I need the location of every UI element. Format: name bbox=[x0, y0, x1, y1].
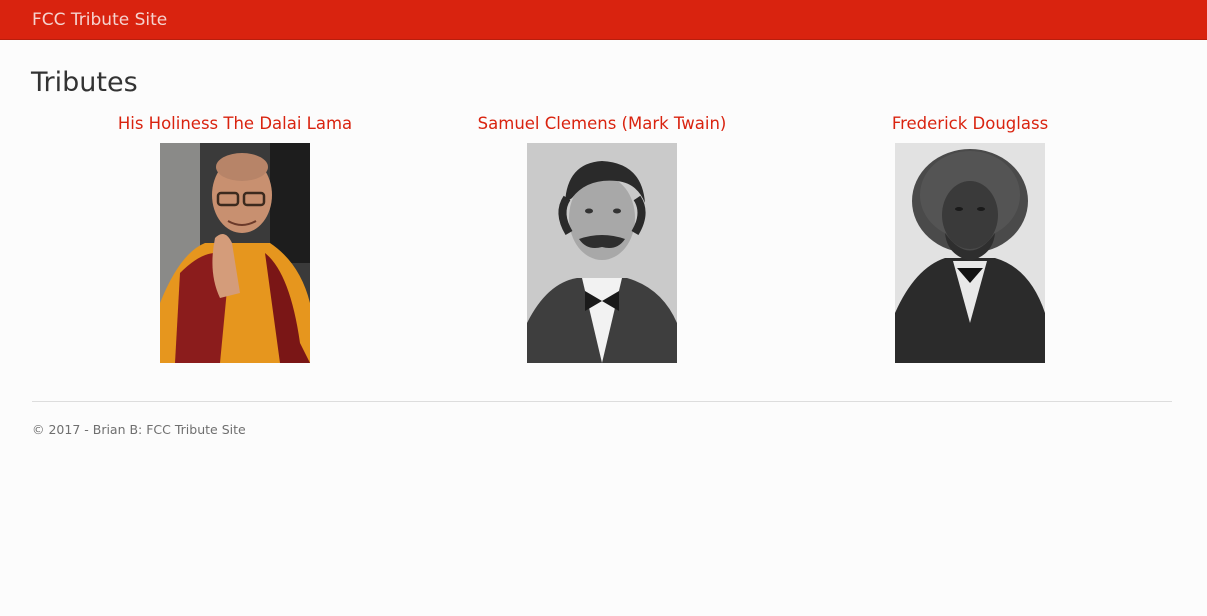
footer-copyright: © 2017 - Brian B: FCC Tribute Site bbox=[32, 422, 246, 437]
tribute-link-mark-twain[interactable]: Samuel Clemens (Mark Twain) bbox=[422, 112, 782, 136]
tribute-link-dalai-lama[interactable]: His Holiness The Dalai Lama bbox=[55, 112, 415, 136]
page-title: Tributes bbox=[31, 67, 138, 98]
dalai-lama-portrait[interactable] bbox=[160, 143, 310, 363]
tribute-card-frederick-douglass: Frederick Douglass bbox=[790, 112, 1150, 363]
mark-twain-portrait[interactable] bbox=[527, 143, 677, 363]
navbar-brand-link[interactable]: FCC Tribute Site bbox=[32, 9, 167, 31]
tribute-link-frederick-douglass[interactable]: Frederick Douglass bbox=[790, 112, 1150, 136]
footer-divider bbox=[32, 401, 1172, 402]
frederick-douglass-portrait[interactable] bbox=[895, 143, 1045, 363]
navbar: FCC Tribute Site bbox=[0, 0, 1207, 40]
tribute-card-dalai-lama: His Holiness The Dalai Lama bbox=[55, 112, 415, 363]
tribute-card-mark-twain: Samuel Clemens (Mark Twain) bbox=[422, 112, 782, 363]
